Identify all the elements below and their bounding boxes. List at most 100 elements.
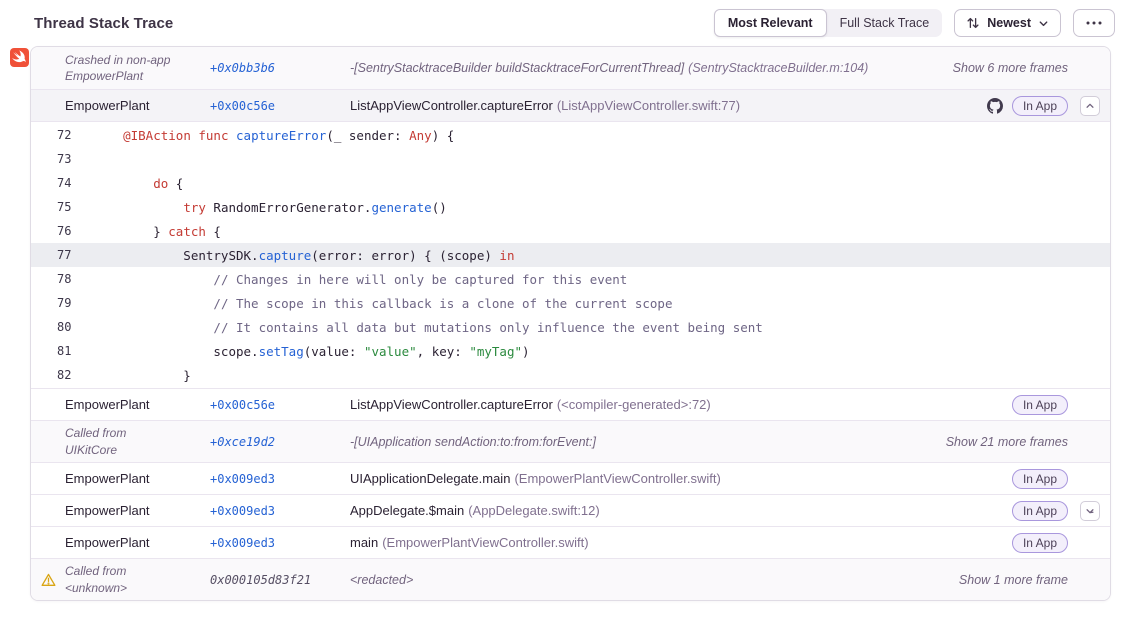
frame-module: EmpowerPlant xyxy=(65,503,210,518)
stack-frame[interactable]: EmpowerPlant+0x009ed3AppDelegate.$main (A… xyxy=(31,494,1110,526)
code-text: } xyxy=(93,368,191,383)
view-toggle: Most Relevant Full Stack Trace xyxy=(714,9,942,37)
stack-frame[interactable]: EmpowerPlant+0x00c56eListAppViewControll… xyxy=(31,89,1110,121)
source-file-link[interactable]: (<compiler-generated>:72) xyxy=(557,397,711,412)
code-line[interactable]: 75 try RandomErrorGenerator.generate() xyxy=(31,195,1110,219)
code-line[interactable]: 82 } xyxy=(31,363,1110,387)
frame-actions: In App xyxy=(1012,533,1068,553)
source-file-link[interactable]: (AppDelegate.swift:12) xyxy=(468,503,600,518)
chevron-down-icon xyxy=(1085,506,1095,516)
sort-newest-button[interactable]: Newest xyxy=(954,9,1061,37)
page-title: Thread Stack Trace xyxy=(34,15,173,32)
frame-address[interactable]: +0x00c56e xyxy=(210,99,350,113)
code-line[interactable]: 79 // The scope in this callback is a cl… xyxy=(31,291,1110,315)
function-name: AppDelegate.$main xyxy=(350,503,464,518)
code-line[interactable]: 78 // Changes in here will only be captu… xyxy=(31,267,1110,291)
frame-function: -[SentryStacktraceBuilder buildStacktrac… xyxy=(350,61,953,75)
frame-function: ListAppViewController.captureError (<comp… xyxy=(350,397,1012,412)
show-more-frames-link[interactable]: Show 6 more frames xyxy=(953,61,1068,75)
source-code-context: 72 @IBAction func captureError(_ sender:… xyxy=(31,121,1110,388)
frame-toggle-slot xyxy=(1068,501,1100,521)
frame-function: <redacted> xyxy=(350,573,959,587)
code-text: @IBAction func captureError(_ sender: An… xyxy=(93,128,454,143)
frame-function: main (EmpowerPlantViewController.swift) xyxy=(350,535,1012,550)
frame-actions: Show 1 more frame xyxy=(959,573,1068,587)
frame-actions: Show 21 more frames xyxy=(946,435,1068,449)
in-app-badge: In App xyxy=(1012,395,1068,415)
frame-address[interactable]: +0x00c56e xyxy=(210,398,350,412)
frame-function: ListAppViewController.captureError(ListA… xyxy=(350,98,987,113)
sort-arrows-icon xyxy=(966,16,980,30)
stack-trace-panel: Crashed in non-appEmpowerPlant+0x0bb3b6-… xyxy=(30,46,1111,601)
code-text: // The scope in this callback is a clone… xyxy=(93,296,673,311)
in-app-badge: In App xyxy=(1012,501,1068,521)
code-line[interactable]: 77 SentrySDK.capture(error: error) { (sc… xyxy=(31,243,1110,267)
frame-function: AppDelegate.$main (AppDelegate.swift:12) xyxy=(350,503,1012,518)
source-file-link[interactable]: (ListAppViewController.swift:77) xyxy=(557,98,740,113)
header-controls: Most Relevant Full Stack Trace Newest xyxy=(714,9,1115,37)
function-name: <redacted> xyxy=(350,573,413,587)
stack-frame[interactable]: EmpowerPlant+0x009ed3main (EmpowerPlantVi… xyxy=(31,526,1110,558)
warning-icon xyxy=(41,573,56,587)
frame-address[interactable]: +0xce19d2 xyxy=(210,435,350,449)
frame-icon-slot xyxy=(31,573,65,587)
show-more-frames-link[interactable]: Show 1 more frame xyxy=(959,573,1068,587)
code-line[interactable]: 73 xyxy=(31,147,1110,171)
function-name: ListAppViewController.captureError xyxy=(350,397,553,412)
chevron-down-icon xyxy=(1038,18,1049,29)
stack-frame[interactable]: EmpowerPlant+0x009ed3UIApplicationDelega… xyxy=(31,462,1110,494)
line-number: 82 xyxy=(31,368,93,382)
code-line[interactable]: 74 do { xyxy=(31,171,1110,195)
line-number: 75 xyxy=(31,200,93,214)
show-more-frames-link[interactable]: Show 21 more frames xyxy=(946,435,1068,449)
in-app-badge: In App xyxy=(1012,533,1068,553)
chevron-up-icon xyxy=(1085,101,1095,111)
function-name: UIApplicationDelegate.main xyxy=(350,471,510,486)
code-text: // Changes in here will only be captured… xyxy=(93,272,627,287)
frame-toggle-slot xyxy=(1068,96,1100,116)
code-text: SentrySDK.capture(error: error) { (scope… xyxy=(93,248,514,263)
frame-address[interactable]: +0x009ed3 xyxy=(210,472,350,486)
frame-address[interactable]: +0x009ed3 xyxy=(210,504,350,518)
github-icon[interactable] xyxy=(987,98,1003,114)
frame-module: Called from<unknown> xyxy=(65,563,210,595)
source-file-link[interactable]: (SentryStacktraceBuilder.m:104) xyxy=(688,61,868,75)
stack-frame[interactable]: EmpowerPlant+0x00c56eListAppViewControll… xyxy=(31,388,1110,420)
code-line[interactable]: 81 scope.setTag(value: "value", key: "my… xyxy=(31,339,1110,363)
code-line[interactable]: 80 // It contains all data but mutations… xyxy=(31,315,1110,339)
source-file-link[interactable]: (EmpowerPlantViewController.swift) xyxy=(382,535,588,550)
code-text: // It contains all data but mutations on… xyxy=(93,320,763,335)
collapse-frame-button[interactable] xyxy=(1080,96,1100,116)
stack-frames-list: Crashed in non-appEmpowerPlant+0x0bb3b6-… xyxy=(31,47,1110,600)
full-stack-trace-button[interactable]: Full Stack Trace xyxy=(827,9,943,37)
frame-actions: In App xyxy=(1012,469,1068,489)
frame-actions: In App xyxy=(987,96,1068,116)
swift-logo-icon xyxy=(10,48,29,67)
function-name: main xyxy=(350,535,378,550)
function-name: -[UIApplication sendAction:to:from:forEv… xyxy=(350,435,596,449)
stack-frame[interactable]: Called fromUIKitCore+0xce19d2-[UIApplica… xyxy=(31,420,1110,462)
code-text: try RandomErrorGenerator.generate() xyxy=(93,200,447,215)
in-app-badge: In App xyxy=(1012,96,1068,116)
code-line[interactable]: 76 } catch { xyxy=(31,219,1110,243)
line-number: 79 xyxy=(31,296,93,310)
code-text: scope.setTag(value: "value", key: "myTag… xyxy=(93,344,530,359)
frame-address[interactable]: +0x0bb3b6 xyxy=(210,61,350,75)
more-options-button[interactable] xyxy=(1073,9,1115,37)
frame-actions: In App xyxy=(1012,501,1068,521)
source-file-link[interactable]: (EmpowerPlantViewController.swift) xyxy=(514,471,720,486)
expand-frame-button[interactable] xyxy=(1080,501,1100,521)
function-name: -[SentryStacktraceBuilder buildStacktrac… xyxy=(350,61,684,75)
line-number: 76 xyxy=(31,224,93,238)
line-number: 74 xyxy=(31,176,93,190)
frame-module: EmpowerPlant xyxy=(65,535,210,550)
stack-frame[interactable]: Called from<unknown>0x000105d83f21<redac… xyxy=(31,558,1110,600)
frame-address[interactable]: +0x009ed3 xyxy=(210,536,350,550)
most-relevant-button[interactable]: Most Relevant xyxy=(714,9,827,37)
stack-frame[interactable]: Crashed in non-appEmpowerPlant+0x0bb3b6-… xyxy=(31,47,1110,89)
frame-module: EmpowerPlant xyxy=(65,471,210,486)
ellipsis-icon xyxy=(1086,21,1102,25)
code-line[interactable]: 72 @IBAction func captureError(_ sender:… xyxy=(31,123,1110,147)
frame-address: 0x000105d83f21 xyxy=(210,573,350,587)
sort-label: Newest xyxy=(987,16,1031,30)
